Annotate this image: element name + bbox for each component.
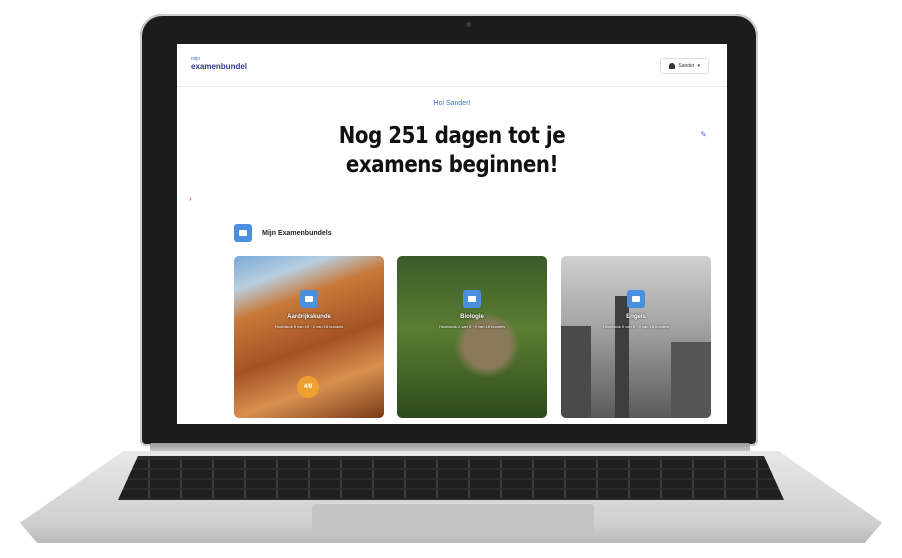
- webcam: [466, 22, 471, 27]
- laptop-screen: mijn examenbundel Sander ▾ Hoi Sander! N…: [177, 44, 727, 424]
- card-title: Biologie: [460, 314, 484, 320]
- section-title: Mijn Examenbundels: [262, 230, 332, 237]
- user-icon: [669, 63, 676, 69]
- bundle-card-engels[interactable]: Engels Hoofdstuk 0 van 8 · 0 van 18 bund…: [561, 256, 711, 418]
- user-menu-button[interactable]: Sander ▾: [660, 58, 709, 74]
- bundle-card-aardrijkskunde[interactable]: Aardrijkskunde Hoofdstuk 6 van 19 · 1 va…: [234, 256, 384, 418]
- key-row: [118, 460, 784, 468]
- trackpad: [312, 503, 594, 533]
- card-subtitle: Hoofdstuk 0 van 8 · 0 van 18 bundels: [602, 324, 670, 329]
- key-row: [118, 470, 784, 478]
- bundle-icon: [234, 224, 252, 242]
- card-subtitle: Hoofdstuk 2 van 9 · 0 van 18 bundels: [438, 324, 506, 329]
- logo[interactable]: mijn examenbundel: [191, 55, 247, 71]
- chevron-down-icon: ▾: [697, 63, 700, 69]
- bundle-icon: [627, 290, 645, 308]
- top-bar: mijn examenbundel Sander ▾: [177, 44, 727, 87]
- key-row: [118, 490, 784, 498]
- key-row: [118, 480, 784, 488]
- bundle-icon: [463, 290, 481, 308]
- chevron-left-icon[interactable]: ›: [189, 194, 192, 203]
- bundle-card-biologie[interactable]: Biologie Hoofdstuk 2 van 9 · 0 van 18 bu…: [397, 256, 547, 418]
- card-title: Aardrijkskunde: [287, 314, 331, 320]
- user-name: Sander: [678, 63, 695, 69]
- card-title: Engels: [626, 314, 646, 320]
- card-subtitle: Hoofdstuk 6 van 19 · 1 van 18 bundels: [274, 324, 344, 329]
- progress-badge: 4/8: [297, 376, 319, 398]
- keyboard: [118, 456, 784, 500]
- edit-icon[interactable]: ✎: [700, 130, 707, 139]
- building-shape: [671, 342, 711, 418]
- building-shape: [561, 326, 591, 418]
- bundle-icon: [300, 290, 318, 308]
- greeting: Hoi Sander!: [433, 100, 471, 107]
- countdown-headline: Nog 251 dagen tot je examens beginnen!: [338, 123, 566, 178]
- logo-main-text: examenbundel: [191, 62, 248, 71]
